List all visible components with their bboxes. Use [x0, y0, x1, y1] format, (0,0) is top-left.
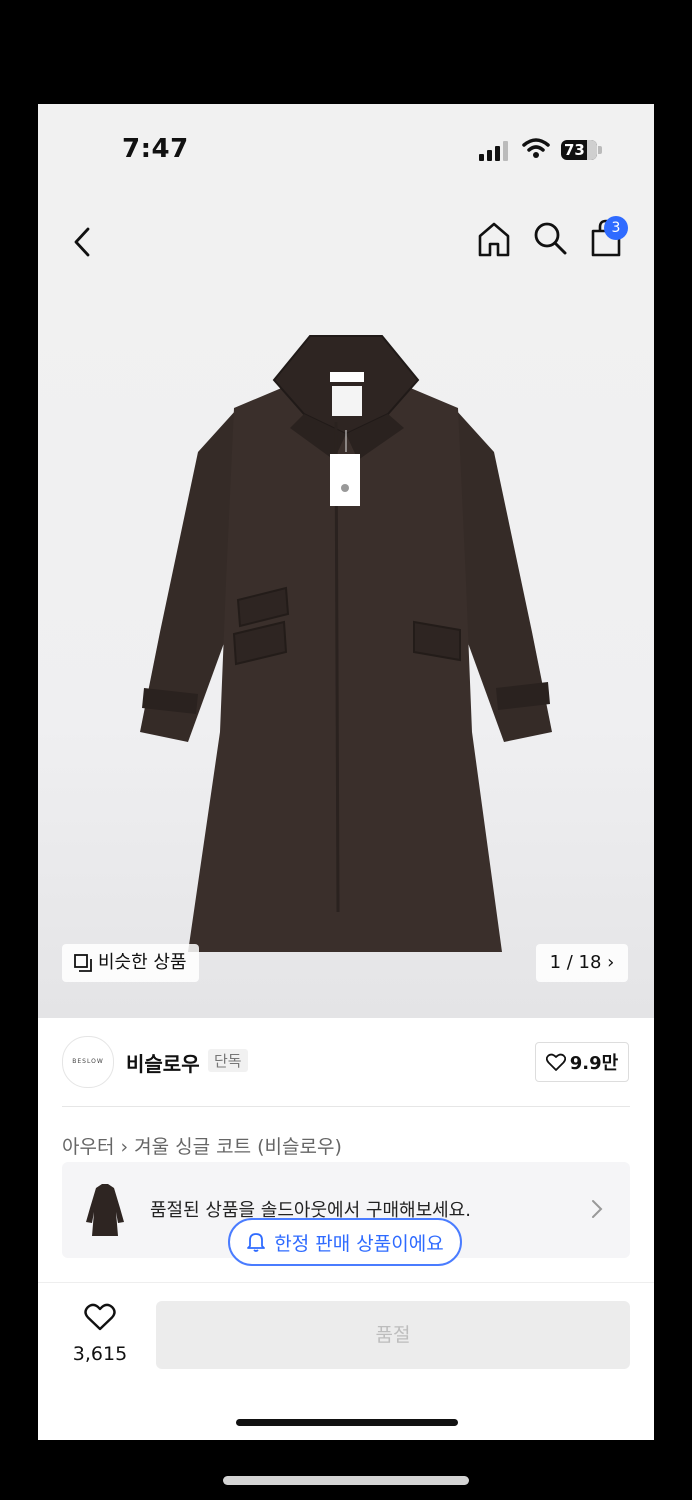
status-time: 7:47: [122, 134, 189, 164]
battery-empty-part: [587, 140, 597, 160]
similar-products-label: 비슷한 상품: [98, 952, 187, 973]
brand-like-button[interactable]: 9.9만: [535, 1042, 629, 1082]
heart-icon[interactable]: [84, 1303, 116, 1331]
category-breadcrumb[interactable]: 아우터 › 겨울 싱글 코트 (비슬로우): [62, 1132, 342, 1159]
product-image[interactable]: 비슷한 상품 1 / 18 ›: [38, 292, 654, 1018]
bottom-action-bar: 3,615 품절: [38, 1282, 654, 1440]
exclusive-badge: 단독: [208, 1049, 248, 1072]
chevron-right-icon: [592, 1200, 603, 1218]
similar-items-icon: [74, 954, 92, 972]
brand-row: BESLOW 비슬로우 단독 9.9만: [38, 1018, 654, 1106]
home-icon[interactable]: [476, 220, 512, 258]
coat-image: [140, 335, 552, 952]
divider: [62, 1106, 630, 1107]
battery-cap: [598, 146, 602, 154]
heart-icon: [545, 1053, 566, 1071]
cart-count-badge: 3: [604, 216, 628, 240]
cellular-signal-icon: [479, 141, 509, 161]
top-navigation: 3: [38, 196, 654, 292]
outer-home-indicator: [223, 1476, 469, 1485]
limited-sale-label: 한정 판매 상품이에요: [274, 1232, 444, 1255]
back-arrow-icon[interactable]: [68, 224, 96, 260]
similar-products-button[interactable]: 비슷한 상품: [62, 944, 199, 982]
soldout-button[interactable]: 품절: [156, 1301, 630, 1369]
like-count: 3,615: [72, 1343, 128, 1365]
status-bar: 7:47 73: [38, 104, 654, 196]
phone-screen: 7:47 73 3 비슷한 상품 1 / 18 › BESLOW 비슬로우 단독…: [38, 104, 654, 1440]
search-icon[interactable]: [532, 220, 568, 258]
home-indicator: [236, 1419, 458, 1426]
bell-icon: [247, 1233, 266, 1252]
coat-thumbnail: [86, 1184, 124, 1236]
limited-sale-pill[interactable]: 한정 판매 상품이에요: [228, 1218, 462, 1266]
wifi-icon: [522, 138, 550, 158]
brand-like-count: 9.9만: [569, 1053, 619, 1074]
brand-name[interactable]: 비슬로우: [126, 1048, 200, 1077]
brand-logo[interactable]: BESLOW: [62, 1036, 114, 1088]
image-pager[interactable]: 1 / 18 ›: [536, 944, 628, 982]
